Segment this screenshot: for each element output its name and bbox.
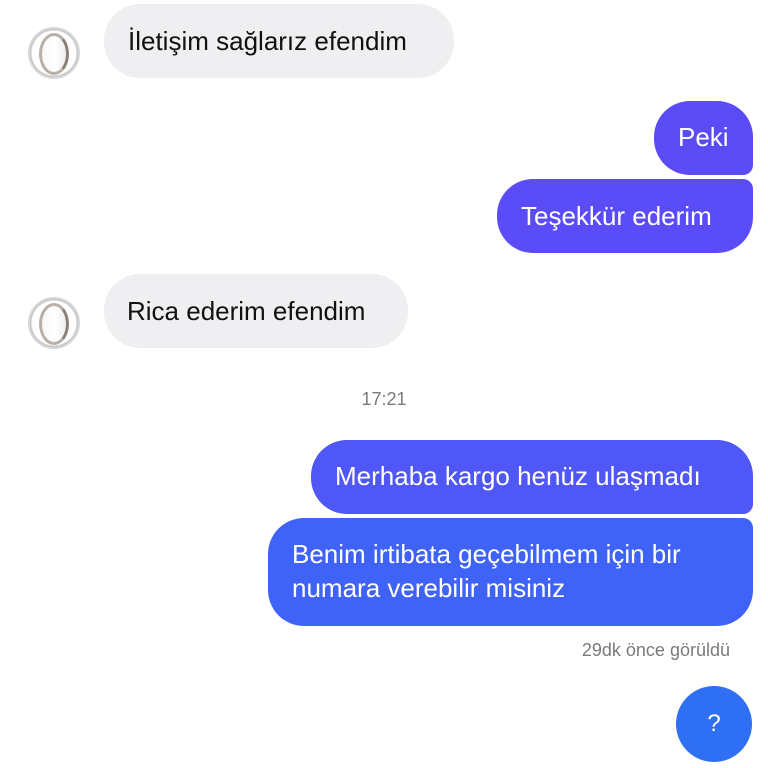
message-text: ? xyxy=(707,710,721,737)
contact-avatar[interactable] xyxy=(28,27,80,79)
message-text-line: Benim irtibata geçebilmem için bir xyxy=(292,539,681,569)
seen-status: 29dk önce görüldü xyxy=(581,640,730,660)
outgoing-message[interactable]: ? xyxy=(676,686,752,762)
outgoing-message[interactable]: Teşekkür ederim xyxy=(497,179,753,253)
mirror-avatar-icon xyxy=(39,303,69,345)
mirror-avatar-icon xyxy=(39,33,69,75)
incoming-message[interactable]: Rica ederim efendim xyxy=(104,274,408,348)
contact-avatar[interactable] xyxy=(28,297,80,349)
incoming-message[interactable]: İletişim sağlarız efendim xyxy=(104,4,454,78)
outgoing-message[interactable]: Peki xyxy=(654,101,753,175)
outgoing-message[interactable]: Merhaba kargo henüz ulaşmadı xyxy=(311,440,753,514)
message-text: İletişim sağlarız efendim xyxy=(128,26,407,56)
message-text: Rica ederim efendim xyxy=(127,296,366,326)
message-timestamp: 17:21 xyxy=(361,389,407,409)
message-text: Peki xyxy=(678,122,729,152)
message-text-line: numara verebilir misiniz xyxy=(292,573,566,603)
message-text: Teşekkür ederim xyxy=(521,201,712,231)
message-text: Merhaba kargo henüz ulaşmadı xyxy=(335,461,701,491)
outgoing-message[interactable]: Benim irtibata geçebilmem için bir numar… xyxy=(268,518,753,626)
